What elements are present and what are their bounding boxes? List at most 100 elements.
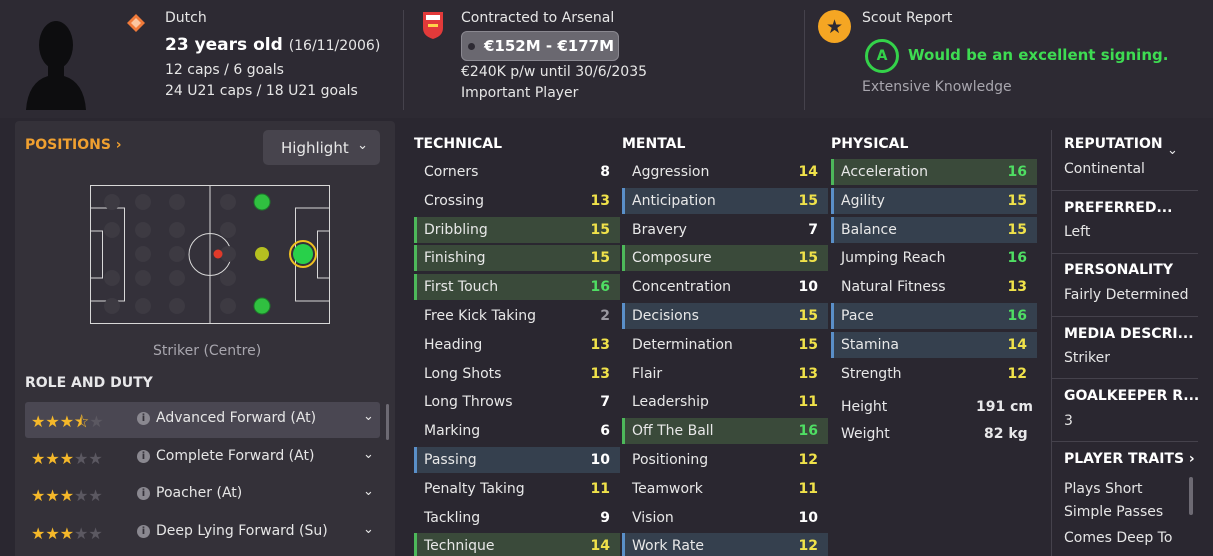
- attribute-name: Decisions: [632, 308, 699, 324]
- star-icon[interactable]: ★: [818, 10, 851, 43]
- attribute-row[interactable]: Pace 16: [831, 303, 1037, 329]
- attribute-row[interactable]: Dribbling 15: [414, 216, 620, 243]
- date-of-birth: (16/11/2006): [288, 38, 381, 54]
- attribute-value: 12: [798, 452, 818, 468]
- preferred-foot-title: PREFERRED...: [1064, 200, 1173, 216]
- attribute-row[interactable]: Free Kick Taking 2: [414, 303, 620, 329]
- attribute-row[interactable]: Stamina 14: [831, 331, 1037, 358]
- role-rating-stars: ★★★★★: [31, 486, 103, 505]
- attribute-row[interactable]: Aggression 14: [622, 159, 828, 185]
- chevron-down-icon[interactable]: ⌄: [1167, 143, 1178, 158]
- attribute-name: Pace: [841, 308, 874, 324]
- height-value: 191 cm: [976, 399, 1033, 415]
- scout-summary: Would be an excellent signing.: [908, 46, 1169, 64]
- positions-link[interactable]: POSITIONS ›: [25, 137, 122, 153]
- attribute-row[interactable]: Tackling 9: [414, 505, 620, 531]
- attribute-row[interactable]: Composure 15: [622, 245, 828, 272]
- attribute-row[interactable]: Off The Ball 16: [622, 418, 828, 445]
- info-icon[interactable]: i: [137, 450, 150, 463]
- contract-text[interactable]: Contracted to Arsenal: [461, 10, 614, 26]
- roles-scrollbar[interactable]: [386, 404, 389, 440]
- attribute-row[interactable]: Acceleration 16: [831, 159, 1037, 185]
- attribute-row[interactable]: Heading 13: [414, 332, 620, 358]
- attribute-value: 10: [798, 509, 818, 526]
- media-description-title: MEDIA DESCRI...: [1064, 326, 1194, 342]
- attribute-name: Finishing: [424, 250, 486, 267]
- attribute-row[interactable]: Long Throws 7: [414, 389, 620, 415]
- attribute-row[interactable]: Work Rate 12: [622, 533, 828, 556]
- reputation-value: Continental: [1064, 161, 1145, 177]
- attribute-name: Anticipation: [632, 192, 716, 209]
- attribute-row[interactable]: Concentration 10: [622, 274, 828, 300]
- attribute-row[interactable]: Anticipation 15: [622, 187, 828, 214]
- chevron-right-icon: ›: [115, 137, 122, 153]
- attribute-value: 6: [600, 423, 610, 440]
- attribute-value: 13: [590, 365, 610, 382]
- player-traits-title: PLAYER TRAITS: [1064, 451, 1185, 467]
- role-rating-stars: ★★★★★: [31, 524, 103, 543]
- role-row[interactable]: ★★★★★ i Deep Lying Forward (Su) ⌄: [25, 515, 380, 551]
- attribute-name: Determination: [632, 336, 733, 353]
- attribute-row[interactable]: Finishing 15: [414, 245, 620, 272]
- attribute-name: Strength: [841, 365, 902, 382]
- attribute-row[interactable]: Technique 14: [414, 533, 620, 556]
- attribute-name: Agility: [841, 192, 885, 209]
- info-icon[interactable]: i: [137, 487, 150, 500]
- attribute-row[interactable]: Jumping Reach 16: [831, 245, 1037, 271]
- attribute-row[interactable]: Corners 8: [414, 159, 620, 185]
- player-traits-link[interactable]: PLAYER TRAITS ›: [1064, 451, 1195, 467]
- highlight-dropdown[interactable]: Highlight ⌄: [263, 130, 380, 165]
- attribute-row[interactable]: Positioning 12: [622, 447, 828, 473]
- position-pitch-diagram[interactable]: [90, 185, 330, 324]
- scout-knowledge-text: Extensive Knowledge: [862, 79, 1012, 95]
- attribute-name: Passing: [424, 452, 477, 468]
- role-row[interactable]: ★★★★★ i Complete Forward (At) ⌄: [25, 440, 380, 476]
- attribute-row[interactable]: Determination 15: [622, 332, 828, 358]
- chevron-down-icon[interactable]: ⌄: [363, 522, 374, 537]
- role-row[interactable]: ★★★★★ i Poacher (At) ⌄: [25, 477, 380, 513]
- info-divider: [1051, 130, 1052, 556]
- info-icon[interactable]: i: [137, 412, 150, 425]
- traits-scrollbar[interactable]: [1189, 477, 1193, 515]
- attribute-name: Corners: [424, 164, 479, 180]
- info-separator: [1052, 378, 1198, 379]
- attribute-row[interactable]: Vision 10: [622, 505, 828, 531]
- attribute-row[interactable]: Decisions 15: [622, 303, 828, 329]
- attribute-name: First Touch: [424, 279, 499, 296]
- attribute-row[interactable]: Flair 13: [622, 361, 828, 387]
- attribute-row[interactable]: Natural Fitness 13: [831, 274, 1037, 300]
- attribute-value: 9: [600, 509, 610, 526]
- club-badge-icon[interactable]: [421, 10, 445, 40]
- attribute-value: 15: [590, 221, 610, 238]
- nationality-flag-icon[interactable]: [126, 13, 146, 33]
- attribute-row[interactable]: Strength 12: [831, 361, 1037, 387]
- scout-report-title[interactable]: Scout Report: [862, 10, 952, 26]
- player-silhouette-icon: [26, 21, 86, 110]
- attribute-name: Stamina: [841, 336, 899, 353]
- role-row[interactable]: ★★★⯪★ i Advanced Forward (At) ⌄: [25, 402, 380, 438]
- chevron-down-icon[interactable]: ⌄: [363, 447, 374, 462]
- attribute-row[interactable]: Passing 10: [414, 447, 620, 473]
- info-separator: [1052, 253, 1198, 254]
- transfer-value-badge[interactable]: €152M - €177M: [461, 31, 619, 61]
- attribute-row[interactable]: Teamwork 11: [622, 476, 828, 502]
- attribute-row[interactable]: Bravery 7: [622, 217, 828, 243]
- attribute-name: Bravery: [632, 221, 687, 238]
- technical-title: TECHNICAL: [414, 136, 503, 152]
- attribute-value: 7: [808, 221, 818, 238]
- chevron-down-icon[interactable]: ⌄: [363, 484, 374, 499]
- chevron-down-icon[interactable]: ⌄: [363, 409, 374, 424]
- role-name: Advanced Forward (At): [156, 410, 317, 426]
- attribute-row[interactable]: Agility 15: [831, 187, 1037, 214]
- info-icon[interactable]: i: [137, 525, 150, 538]
- attribute-row[interactable]: Balance 15: [831, 216, 1037, 243]
- attribute-row[interactable]: Crossing 13: [414, 188, 620, 214]
- header-divider: [804, 10, 805, 110]
- attribute-row[interactable]: Penalty Taking 11: [414, 476, 620, 502]
- attribute-row[interactable]: First Touch 16: [414, 274, 620, 301]
- attribute-row[interactable]: Leadership 11: [622, 389, 828, 415]
- squad-status-text: Important Player: [461, 85, 579, 101]
- attribute-row[interactable]: Long Shots 13: [414, 361, 620, 387]
- attribute-name: Heading: [424, 336, 483, 353]
- attribute-row[interactable]: Marking 6: [414, 418, 620, 444]
